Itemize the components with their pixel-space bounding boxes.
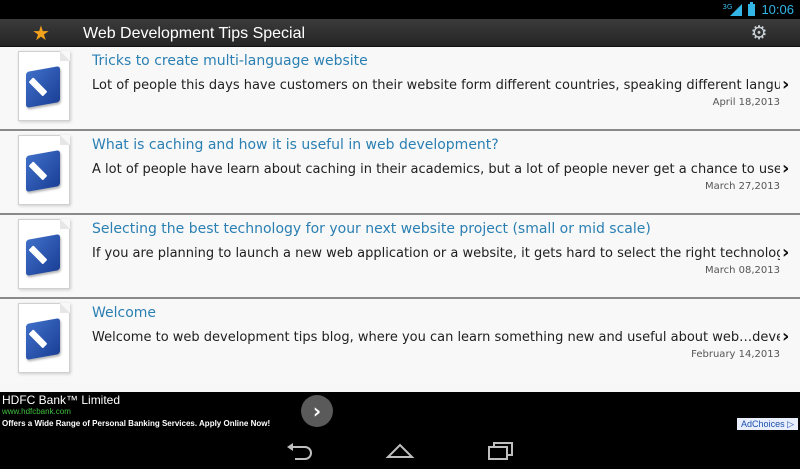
post-date: April 18,2013 xyxy=(712,97,780,108)
post-date: March 27,2013 xyxy=(704,181,780,192)
action-bar: ★ Web Development Tips Special ⚙ xyxy=(0,19,800,47)
document-icon xyxy=(14,51,74,123)
document-icon xyxy=(14,219,74,291)
ad-banner[interactable]: HDFC Bank™ Limited www.hdfcbank.com Offe… xyxy=(0,392,800,432)
chevron-right-icon: › xyxy=(782,326,790,347)
ad-url[interactable]: www.hdfcbank.com xyxy=(2,407,71,416)
app-title: Web Development Tips Special xyxy=(83,25,306,42)
post-snippet: If you are planning to launch a new web … xyxy=(92,246,780,261)
chevron-right-icon: › xyxy=(782,74,790,95)
battery-icon xyxy=(748,1,756,16)
post-title: Selecting the best technology for your n… xyxy=(92,221,651,237)
gear-icon[interactable]: ⚙ xyxy=(748,22,770,44)
post-title: Welcome xyxy=(92,305,157,321)
post-snippet: A lot of people have learn about caching… xyxy=(92,162,780,177)
ad-description: Offers a Wide Range of Personal Banking … xyxy=(2,419,271,428)
adchoices-link[interactable]: AdChoices ▷ xyxy=(737,418,798,430)
chevron-right-icon: › xyxy=(782,242,790,263)
post-list: Tricks to create multi-language website … xyxy=(0,47,800,392)
list-item[interactable]: Welcome Welcome to web development tips … xyxy=(0,299,800,383)
ad-title: HDFC Bank™ Limited xyxy=(2,393,121,407)
post-title: What is caching and how it is useful in … xyxy=(92,137,499,153)
list-item[interactable]: Tricks to create multi-language website … xyxy=(0,47,800,131)
home-icon[interactable] xyxy=(370,436,430,466)
network-type: 3G xyxy=(722,2,733,11)
ad-go-button[interactable]: › xyxy=(301,395,333,427)
status-bar: 3G 10:06 xyxy=(0,0,800,19)
star-icon[interactable]: ★ xyxy=(30,22,52,44)
list-item[interactable]: Selecting the best technology for your n… xyxy=(0,215,800,299)
post-snippet: Lot of people this days have customers o… xyxy=(92,78,780,93)
recents-icon[interactable] xyxy=(470,436,530,466)
chevron-right-icon: › xyxy=(782,158,790,179)
back-icon[interactable] xyxy=(270,436,330,466)
status-icons: 3G 10:06 xyxy=(722,0,794,19)
post-date: February 14,2013 xyxy=(691,349,780,360)
list-item[interactable]: What is caching and how it is useful in … xyxy=(0,131,800,215)
post-title: Tricks to create multi-language website xyxy=(92,53,368,69)
post-snippet: Welcome to web development tips blog, wh… xyxy=(92,330,780,345)
document-icon xyxy=(14,303,74,375)
signal-icon: 3G xyxy=(722,3,743,16)
document-icon xyxy=(14,135,74,207)
post-date: March 08,2013 xyxy=(704,265,780,276)
navigation-bar xyxy=(0,432,800,469)
clock: 10:06 xyxy=(761,2,794,17)
